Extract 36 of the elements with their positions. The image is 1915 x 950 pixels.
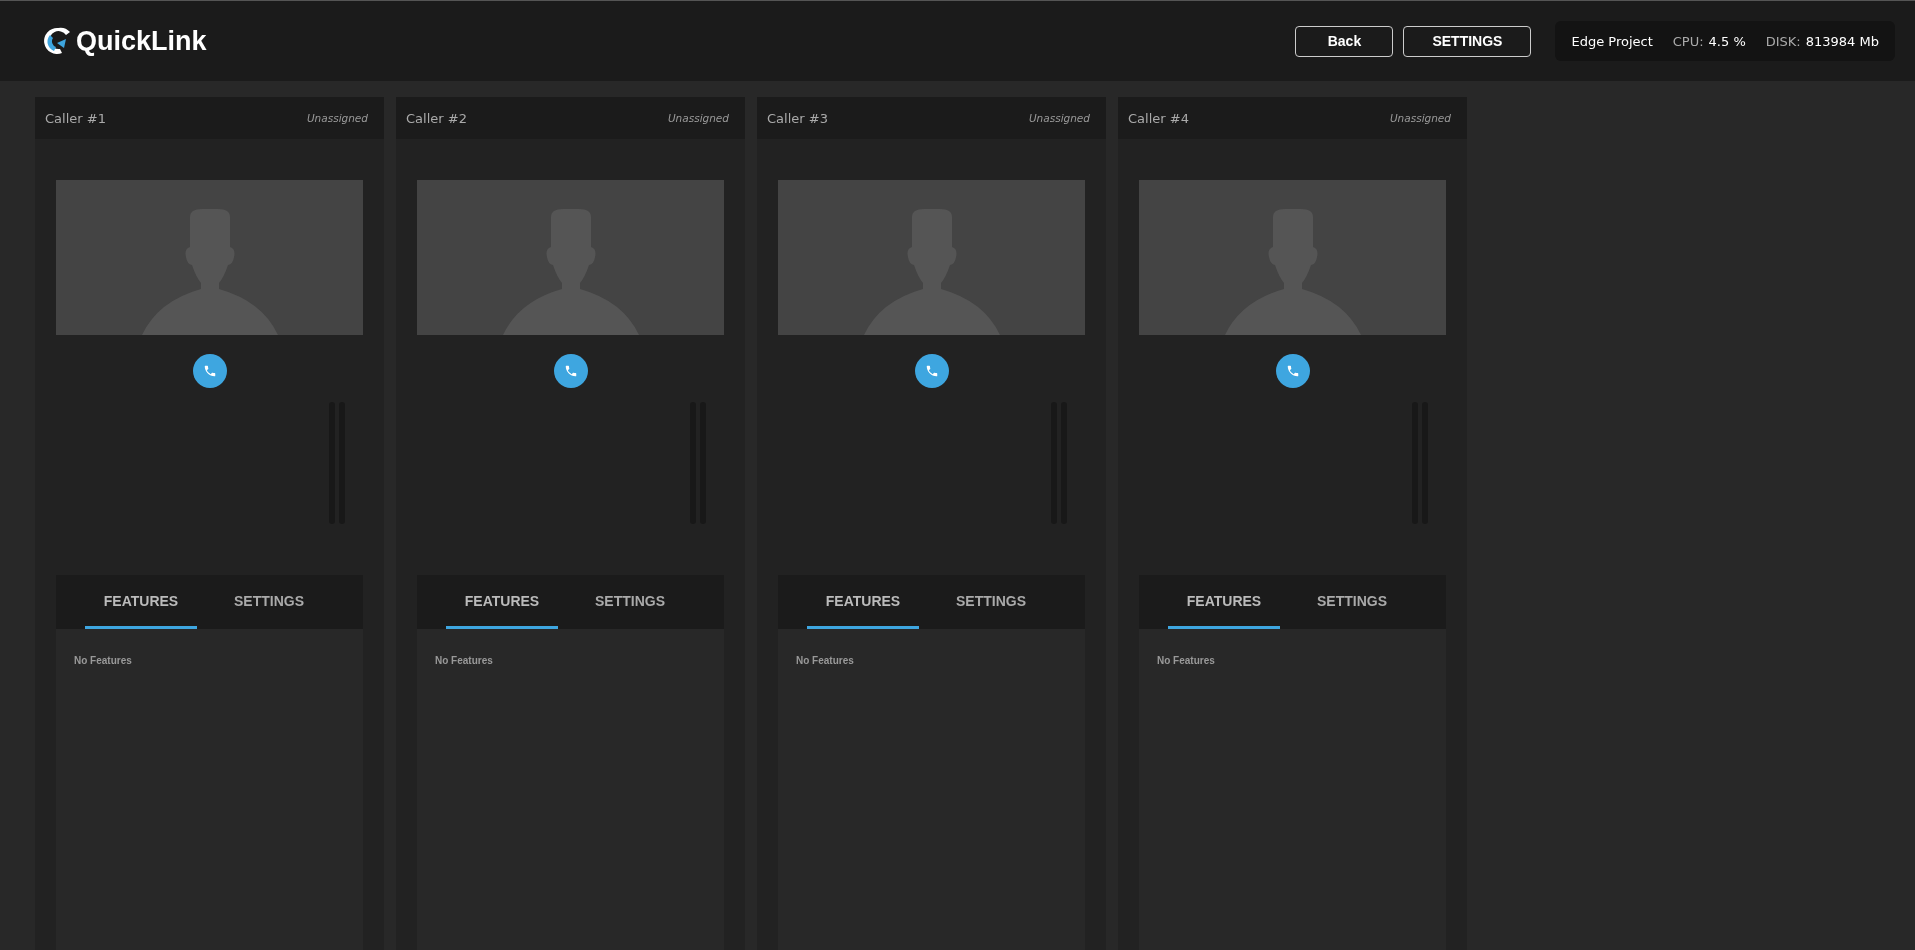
phone-icon — [924, 364, 939, 378]
project-name: Edge Project — [1571, 33, 1653, 49]
person-silhouette-icon — [502, 209, 639, 335]
assignment-status: Unassigned — [1028, 112, 1090, 124]
person-silhouette-icon — [141, 209, 278, 335]
phone-icon — [202, 364, 217, 378]
empty-message: No Features — [796, 655, 854, 666]
assignment-status: Unassigned — [1389, 112, 1451, 124]
empty-message: No Features — [74, 655, 132, 666]
caller-title: Caller #2 — [406, 110, 467, 126]
cpu-label: CPU: — [1672, 33, 1704, 49]
tab[interactable]: SETTINGS — [574, 575, 686, 629]
person-silhouette-icon — [863, 209, 1000, 335]
tab[interactable]: SETTINGS — [1296, 575, 1408, 629]
person-silhouette-icon — [1224, 209, 1361, 335]
caller-title: Caller #4 — [1128, 110, 1189, 126]
settings-button[interactable]: SETTINGS — [1403, 25, 1532, 57]
disk-value: 813984 Mb — [1805, 33, 1879, 49]
call-button[interactable] — [553, 354, 588, 388]
call-button[interactable] — [192, 354, 227, 388]
tab[interactable]: SETTINGS — [213, 575, 325, 629]
call-button[interactable] — [1275, 354, 1310, 388]
phone-icon — [563, 364, 578, 378]
phone-icon — [1285, 364, 1300, 378]
back-button[interactable]: Back — [1295, 25, 1394, 57]
caller-title: Caller #3 — [767, 110, 828, 126]
call-button[interactable] — [914, 354, 949, 388]
empty-message: No Features — [1157, 655, 1215, 666]
assignment-status: Unassigned — [306, 112, 368, 124]
empty-message: No Features — [435, 655, 493, 666]
tab[interactable]: SETTINGS — [935, 575, 1047, 629]
caller-title: Caller #1 — [45, 110, 106, 126]
app-logo: QuickLink — [76, 25, 207, 57]
cpu-value: 4.5 % — [1708, 33, 1746, 49]
disk-label: DISK: — [1765, 33, 1801, 49]
assignment-status: Unassigned — [667, 112, 729, 124]
